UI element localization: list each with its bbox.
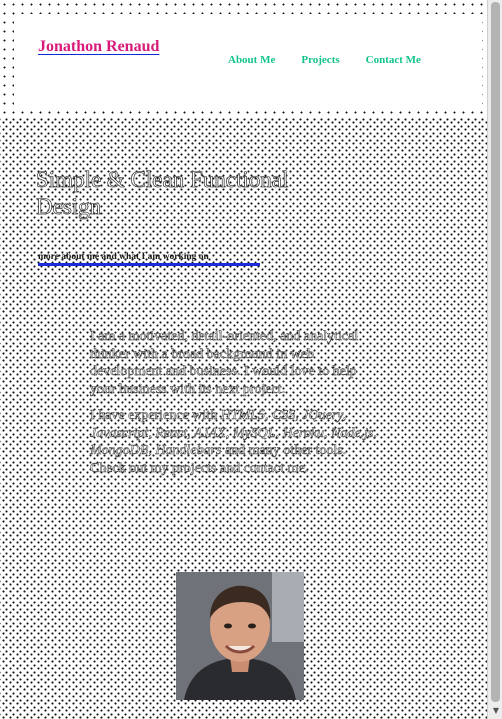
- portrait-photo: [176, 572, 304, 700]
- nav-contact-me[interactable]: Contact Me: [366, 54, 421, 66]
- skills-paragraph: I have experience with HTML5, CSS, JQuer…: [90, 407, 380, 477]
- about-paragraph: I am a motivated, detail-oriented, and a…: [90, 329, 359, 397]
- vertical-scrollbar[interactable]: ▼: [487, 0, 502, 719]
- hero-link[interactable]: more about me and what I am working on: [38, 252, 260, 266]
- scrollbar-thumb[interactable]: [491, 2, 500, 702]
- scroll-down-arrow-icon[interactable]: ▼: [493, 706, 499, 715]
- portrait-image: [176, 572, 304, 700]
- site-header: Jonathon Renaud About Me Projects Contac…: [0, 0, 488, 118]
- main-nav: About Me Projects Contact Me: [228, 54, 421, 66]
- about-section: I am a motivated, detail-oriented, and a…: [90, 328, 380, 486]
- nav-projects[interactable]: Projects: [301, 54, 339, 66]
- brand-link[interactable]: Jonathon Renaud: [38, 38, 159, 56]
- hero-title: Simple & Clean Functional Design: [36, 167, 289, 220]
- nav-about-me[interactable]: About Me: [228, 54, 275, 66]
- skills-intro: I have experience with: [90, 408, 218, 424]
